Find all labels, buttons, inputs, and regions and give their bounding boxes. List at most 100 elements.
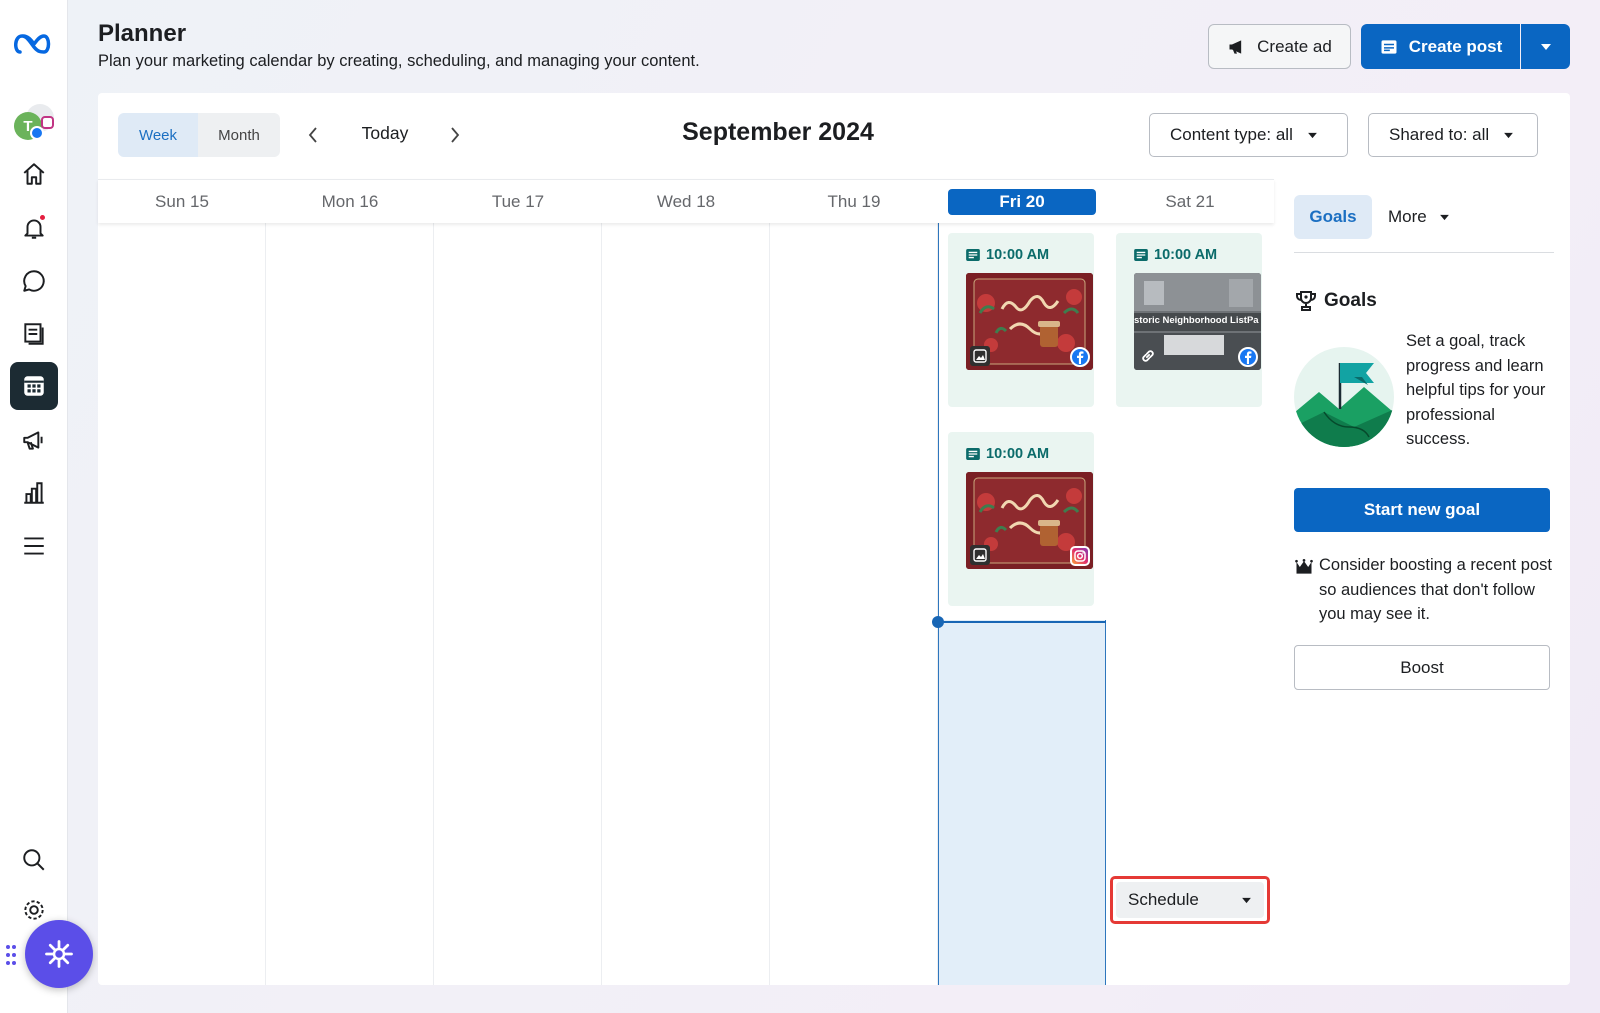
scheduled-post-card[interactable]: 10:00 AM bbox=[948, 432, 1094, 606]
facebook-icon bbox=[1238, 347, 1258, 367]
day-column[interactable] bbox=[434, 223, 602, 985]
goals-heading: Goals bbox=[1294, 289, 1377, 313]
month-title: September 2024 bbox=[682, 118, 874, 146]
day-header-sat[interactable]: Sat 21 bbox=[1106, 180, 1274, 224]
next-week-button[interactable] bbox=[443, 121, 467, 149]
sparkle-icon bbox=[45, 940, 73, 968]
caret-down-icon bbox=[1540, 43, 1551, 50]
goals-description: Set a goal, track progress and learn hel… bbox=[1406, 332, 1546, 448]
page-title: Planner bbox=[98, 20, 187, 47]
chat-icon[interactable] bbox=[10, 257, 58, 305]
day-header-thu[interactable]: Thu 19 bbox=[770, 180, 938, 224]
view-month-button[interactable]: Month bbox=[198, 113, 280, 157]
tab-more[interactable]: More bbox=[1388, 195, 1450, 239]
image-icon bbox=[970, 346, 990, 366]
post-time: 10:00 AM bbox=[1134, 247, 1217, 263]
menu-icon[interactable] bbox=[10, 522, 58, 570]
create-post-dropdown[interactable] bbox=[1521, 24, 1570, 69]
link-icon bbox=[1138, 346, 1158, 366]
scheduled-post-card[interactable]: 10:00 AM bbox=[948, 233, 1094, 407]
create-post-button[interactable]: Create post bbox=[1361, 24, 1520, 69]
day-header-wed[interactable]: Wed 18 bbox=[602, 180, 770, 224]
account-avatar[interactable]: T bbox=[14, 104, 54, 144]
day-column[interactable] bbox=[98, 223, 266, 985]
day-label: Wed 18 bbox=[656, 192, 716, 211]
post-thumbnail[interactable] bbox=[966, 273, 1093, 370]
day-header-fri-today[interactable]: Fri 20 bbox=[938, 180, 1106, 224]
trophy-icon bbox=[1296, 291, 1316, 311]
boost-button[interactable]: Boost bbox=[1294, 645, 1550, 690]
day-label: Tue 17 bbox=[491, 192, 545, 211]
post-time-label: 10:00 AM bbox=[1154, 247, 1218, 263]
schedule-label: Schedule bbox=[1128, 890, 1199, 909]
schedule-button-highlight: Schedule bbox=[1110, 876, 1270, 924]
shared-to-filter[interactable]: Shared to: all bbox=[1368, 113, 1538, 157]
planner-card: Week Month Today September 2024 Content … bbox=[98, 93, 1570, 985]
day-label: Sat 21 bbox=[1165, 192, 1215, 211]
day-header-sun[interactable]: Sun 15 bbox=[98, 180, 266, 224]
facebook-icon bbox=[1070, 347, 1090, 367]
home-icon[interactable] bbox=[10, 150, 58, 198]
left-rail: T bbox=[0, 0, 68, 1013]
content-icon[interactable] bbox=[10, 310, 58, 358]
megaphone-icon bbox=[1229, 39, 1242, 54]
day-label: Fri 20 bbox=[948, 189, 1096, 215]
day-label: Thu 19 bbox=[827, 192, 881, 211]
create-post-label: Create post bbox=[1408, 36, 1503, 56]
start-new-goal-button[interactable]: Start new goal bbox=[1294, 488, 1550, 532]
boost-tip-text: Consider boosting a recent post so audie… bbox=[1319, 556, 1552, 623]
post-thumbnail[interactable]: storic Neighborhood ListPa bbox=[1134, 273, 1261, 370]
insights-icon[interactable] bbox=[10, 469, 58, 517]
ads-icon[interactable] bbox=[10, 416, 58, 464]
post-time-label: 10:00 AM bbox=[986, 247, 1050, 263]
previous-week-button[interactable] bbox=[301, 121, 325, 149]
day-column[interactable] bbox=[266, 223, 434, 985]
search-icon[interactable] bbox=[10, 836, 58, 884]
notification-dot bbox=[39, 214, 46, 221]
post-icon bbox=[966, 448, 980, 460]
post-time-label: 10:00 AM bbox=[986, 446, 1050, 462]
caret-down-icon bbox=[1307, 132, 1317, 138]
caret-down-icon bbox=[1439, 214, 1449, 220]
instagram-icon bbox=[1070, 546, 1090, 566]
post-icon bbox=[1134, 249, 1148, 261]
day-header-tue[interactable]: Tue 17 bbox=[434, 180, 602, 224]
day-header-mon[interactable]: Mon 16 bbox=[266, 180, 434, 224]
post-time: 10:00 AM bbox=[966, 446, 1049, 462]
day-label: Mon 16 bbox=[321, 192, 379, 211]
post-time: 10:00 AM bbox=[966, 247, 1049, 263]
content-type-filter[interactable]: Content type: all bbox=[1149, 113, 1348, 157]
image-icon bbox=[970, 545, 990, 565]
post-icon bbox=[1381, 39, 1397, 54]
chevron-left-icon bbox=[308, 127, 317, 143]
calendar-header: Sun 15 Mon 16 Tue 17 Wed 18 Thu 19 Fri 2… bbox=[98, 179, 1274, 223]
shared-to-filter-label: Shared to: all bbox=[1389, 125, 1490, 144]
thumbnail-caption: storic Neighborhood ListPa bbox=[1134, 315, 1259, 326]
content-type-filter-label: Content type: all bbox=[1170, 125, 1293, 144]
meta-logo-icon[interactable] bbox=[10, 20, 58, 68]
today-button[interactable]: Today bbox=[340, 123, 430, 149]
schedule-button[interactable]: Schedule bbox=[1116, 882, 1264, 918]
day-column[interactable] bbox=[602, 223, 770, 985]
day-label: Sun 15 bbox=[155, 192, 209, 211]
caret-down-icon bbox=[1504, 132, 1514, 138]
post-icon bbox=[966, 249, 980, 261]
bell-icon[interactable] bbox=[10, 204, 58, 252]
chevron-right-icon bbox=[451, 127, 460, 143]
caret-down-icon bbox=[1242, 897, 1251, 903]
post-thumbnail[interactable] bbox=[966, 472, 1093, 569]
current-time-line bbox=[938, 621, 1106, 623]
assistant-button[interactable] bbox=[25, 920, 93, 988]
day-column[interactable] bbox=[770, 223, 938, 985]
goals-panel: Goals More Goals Set a goal, track progr… bbox=[1284, 179, 1570, 985]
page-subtitle: Plan your marketing calendar by creating… bbox=[98, 52, 700, 70]
view-switcher: Week Month bbox=[118, 113, 280, 157]
create-ad-button[interactable]: Create ad bbox=[1208, 24, 1351, 69]
view-week-button[interactable]: Week bbox=[118, 113, 198, 157]
drag-handle-icon[interactable] bbox=[5, 944, 17, 966]
scheduled-post-card[interactable]: 10:00 AM storic Neighborhood ListPa bbox=[1116, 233, 1262, 407]
tab-goals[interactable]: Goals bbox=[1294, 195, 1372, 239]
tab-more-label: More bbox=[1388, 207, 1427, 226]
planner-icon[interactable] bbox=[10, 362, 58, 410]
create-ad-label: Create ad bbox=[1257, 36, 1332, 56]
